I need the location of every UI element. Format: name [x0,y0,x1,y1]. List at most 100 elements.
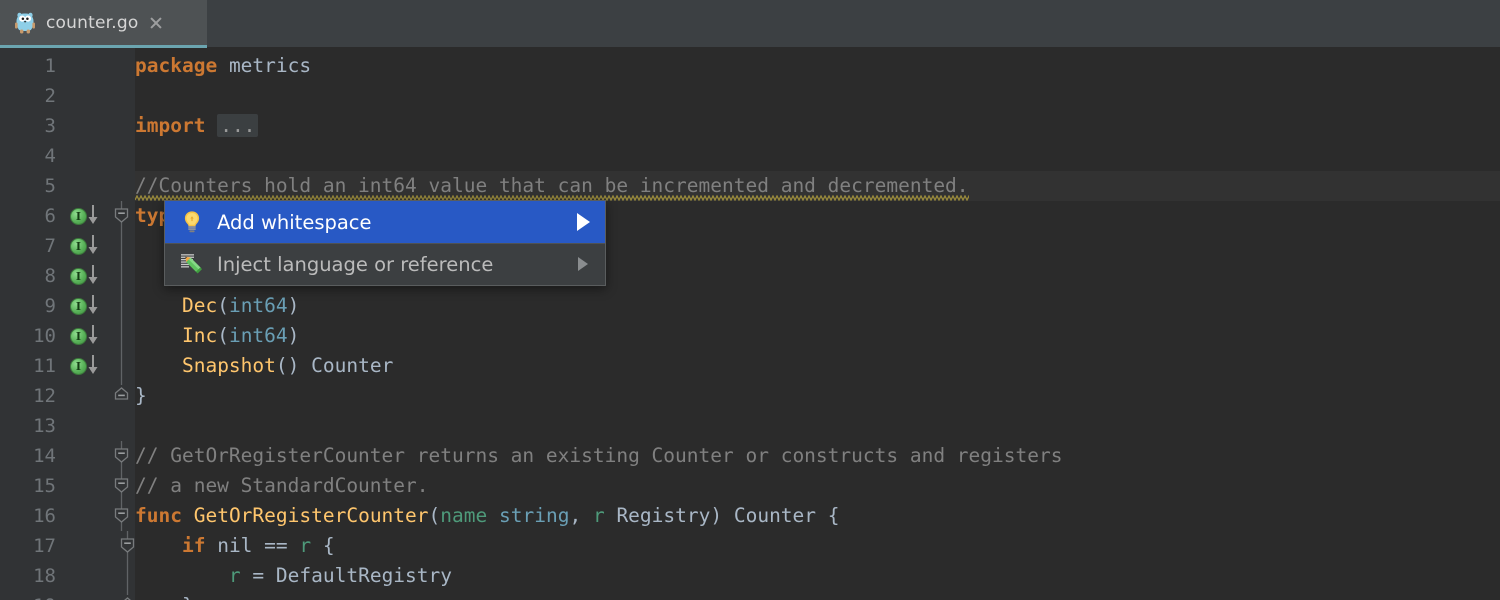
code-line[interactable]: 18 r = DefaultRegistry [0,561,1500,591]
code-line[interactable]: 17 if nil == r { [0,531,1500,561]
code-text: package metrics [135,51,311,81]
line-number: 9 [44,295,56,317]
code-token: metrics [228,54,312,77]
code-line[interactable]: 14 // GetOrRegisterCounter returns an exi… [0,441,1500,471]
line-number: 15 [33,475,56,497]
fold-marker[interactable] [110,291,135,321]
code-line[interactable]: 5 //Counters hold an int64 value that can… [0,171,1500,201]
line-number: 5 [44,175,56,197]
code-text: func GetOrRegisterCounter(name string, r… [135,501,840,531]
implemented-marker-icon[interactable]: I [70,265,100,287]
code-line[interactable]: 16 func GetOrRegisterCounter(name string,… [0,501,1500,531]
menu-item-add-whitespace[interactable]: Add whitespace [165,201,605,243]
code-token: ) [287,294,300,317]
code-token: int64 [228,324,288,347]
code-line[interactable]: 3 import ... [0,111,1500,141]
line-number: 3 [44,115,56,137]
code-token: } [135,384,147,407]
code-editor[interactable]: 1 package metrics 2 3 import ... 4 5 //Counters… [0,48,1500,600]
tab-label: counter.go [46,12,139,33]
code-line[interactable]: 4 [0,141,1500,171]
ide-window: counter.go 1 package metrics 2 3 import ... 4… [0,0,1500,600]
fold-marker[interactable] [110,531,135,561]
line-number: 8 [44,265,56,287]
code-line[interactable]: 15 // a new StandardCounter. [0,471,1500,501]
code-token: r [299,534,312,557]
line-number: 10 [33,325,56,347]
code-token: nil [217,534,253,557]
fold-marker[interactable] [110,231,135,261]
code-token: ) [710,504,734,527]
code-line[interactable]: 19 } [0,591,1500,600]
fold-marker[interactable] [110,201,135,231]
implemented-marker-icon[interactable]: I [70,205,100,227]
line-number: 4 [44,145,56,167]
fold-marker[interactable] [110,441,135,471]
fold-marker[interactable] [110,261,135,291]
fold-marker[interactable] [110,501,135,531]
editor-tab-bar: counter.go [0,0,1500,48]
intention-context-menu[interactable]: Add whitespace Inject language or refere… [164,200,606,286]
code-text: Inc(int64) [135,321,299,351]
code-token: = [240,564,276,587]
code-token: Counter [733,504,817,527]
code-token: int64 [228,294,288,317]
fold-marker[interactable] [110,471,135,501]
code-token: () [275,354,312,377]
code-token: string [499,504,570,527]
code-text: // GetOrRegisterCounter returns an exist… [135,441,1062,471]
code-line[interactable]: 2 [0,81,1500,111]
code-token: Counter [311,354,394,377]
menu-item-label: Add whitespace [217,210,372,234]
code-line[interactable]: 12} [0,381,1500,411]
go-gopher-icon [12,10,38,36]
line-number: 7 [44,235,56,257]
tab-counter-go[interactable]: counter.go [0,0,207,48]
line-number: 13 [33,415,56,437]
fold-marker[interactable] [110,321,135,351]
lightbulb-icon [179,209,205,235]
code-text: Dec(int64) [135,291,299,321]
code-token: ( [428,504,441,527]
implemented-marker-icon[interactable]: I [70,355,100,377]
menu-item-inject-language[interactable]: Inject language or reference [165,243,605,285]
code-line[interactable]: 1 package metrics [0,51,1500,81]
submenu-arrow-icon [561,201,605,243]
close-icon[interactable] [148,15,164,31]
code-token: name [440,504,488,527]
fold-marker[interactable] [110,351,135,381]
code-line[interactable]: 9I Dec(int64) [0,291,1500,321]
code-token: Snapshot [181,354,276,377]
line-number: 14 [33,445,56,467]
code-token: { [816,504,840,527]
code-text: Snapshot() Counter [135,351,393,381]
line-number: 1 [44,55,56,77]
code-token: ) [287,324,300,347]
code-line[interactable]: 10 I Inc(int64) [0,321,1500,351]
code-line[interactable]: 11 I Snapshot() Counter [0,351,1500,381]
code-token: DefaultRegistry [275,564,453,587]
code-line[interactable]: 13 [0,411,1500,441]
code-token: Dec [181,294,218,317]
implemented-marker-icon[interactable]: I [70,295,100,317]
line-number: 16 [33,505,56,527]
line-number: 19 [0,591,56,600]
code-text: if nil == r { [135,531,335,561]
fold-marker[interactable] [110,561,135,591]
fold-marker[interactable] [110,381,135,411]
line-number: 12 [33,385,56,407]
implemented-marker-icon[interactable]: I [70,325,100,347]
code-text: } [135,381,147,411]
implemented-marker-icon[interactable]: I [70,235,100,257]
fold-marker[interactable] [110,591,135,600]
code-token: Registry [616,504,711,527]
line-number: 11 [33,355,56,377]
code-token: import [135,114,206,137]
line-number: 17 [33,535,56,557]
